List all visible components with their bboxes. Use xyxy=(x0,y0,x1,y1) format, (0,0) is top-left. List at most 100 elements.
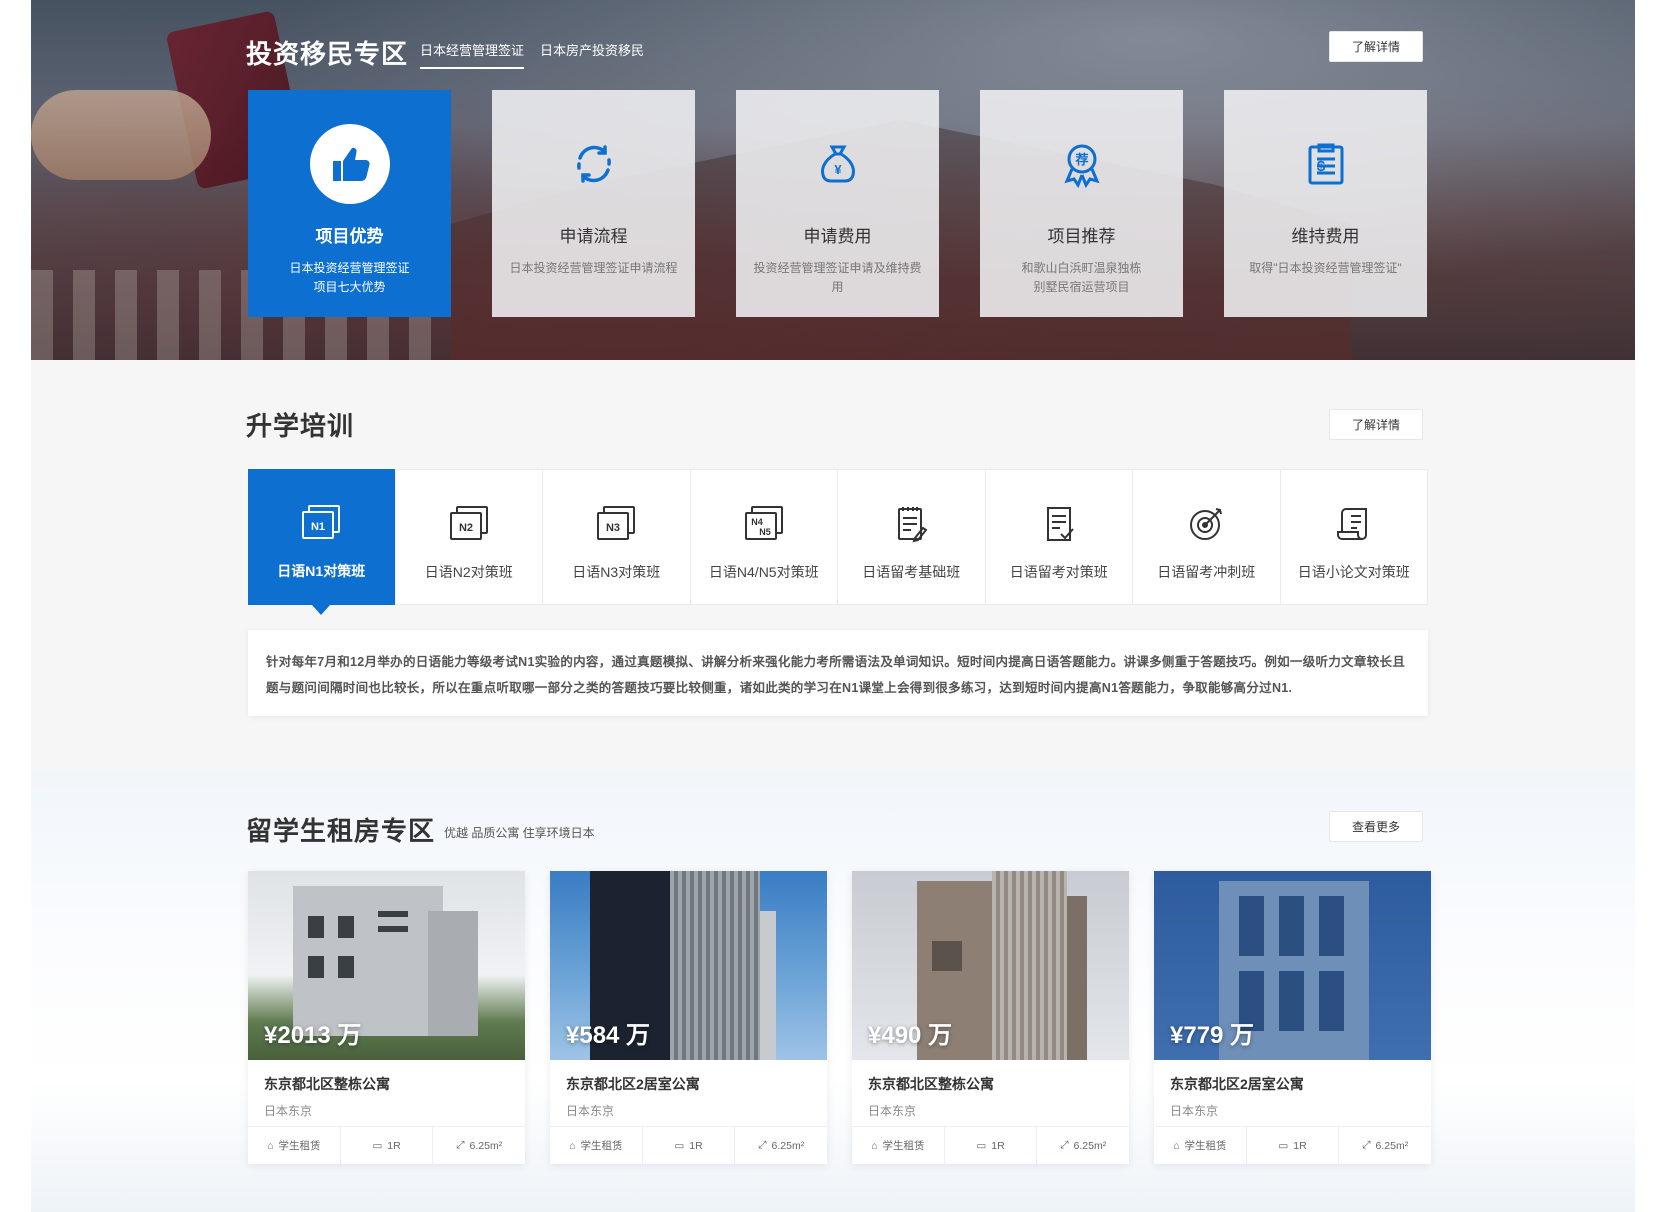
tab-eju-strategy-course[interactable]: 日语留考对策班 xyxy=(986,470,1133,604)
bed-icon: ▭ xyxy=(1278,1139,1289,1152)
property-meta: ⌂ 学生租赁 ▭ 1R ⤢ 6.25m² xyxy=(550,1126,827,1164)
svg-text:N2: N2 xyxy=(459,522,473,534)
document-check-icon xyxy=(1037,504,1081,544)
rental-more-button[interactable]: 查看更多 xyxy=(1329,811,1423,842)
tab-business-visa[interactable]: 日本经营管理签证 xyxy=(420,40,525,69)
n3-icon: N3 xyxy=(594,504,638,544)
svg-text:N3: N3 xyxy=(606,522,620,534)
svg-text:$: $ xyxy=(1316,158,1325,175)
card-application-fees[interactable]: ¥ 申请费用 投资经营管理签证申请及维持费用 xyxy=(736,90,939,317)
property-type: ⌂ 学生租赁 xyxy=(852,1127,945,1164)
property-price: ¥2013 万 xyxy=(264,1022,362,1049)
property-card[interactable]: ¥779 万 东京都北区2居室公寓 日本东京 ⌂ 学生租赁 ▭ 1R ⤢ 6.25m² xyxy=(1154,871,1431,1164)
property-rooms: ▭ 1R xyxy=(341,1127,434,1164)
training-detail-button[interactable]: 了解详情 xyxy=(1329,409,1423,440)
card-subtitle: 取得"日本投资经营管理签证" xyxy=(1249,261,1402,275)
hero-detail-button[interactable]: 了解详情 xyxy=(1329,31,1423,62)
card-title: 项目推荐 xyxy=(1047,227,1116,246)
home-icon: ⌂ xyxy=(569,1139,576,1152)
property-location: 日本东京 xyxy=(868,1104,917,1118)
property-price: ¥584 万 xyxy=(566,1022,651,1049)
tab-essay-course[interactable]: 日语小论文对策班 xyxy=(1281,470,1428,604)
svg-text:N5: N5 xyxy=(759,527,771,537)
svg-text:¥: ¥ xyxy=(834,162,842,177)
card-title: 申请流程 xyxy=(559,227,628,246)
card-subtitle: 日本投资经营管理签证 项目七大优势 xyxy=(289,261,410,294)
property-meta: ⌂ 学生租赁 ▭ 1R ⤢ 6.25m² xyxy=(852,1126,1129,1164)
tab-n2-course[interactable]: N2 日语N2对策班 xyxy=(396,470,543,604)
home-icon: ⌂ xyxy=(1173,1139,1180,1152)
svg-text:N1: N1 xyxy=(311,521,325,533)
property-type: ⌂ 学生租赁 xyxy=(1154,1127,1247,1164)
card-title: 项目优势 xyxy=(315,227,384,246)
training-section-title: 升学培训 xyxy=(246,411,355,441)
tab-eju-basic-course[interactable]: 日语留考基础班 xyxy=(838,470,986,604)
svg-text:荐: 荐 xyxy=(1074,152,1088,168)
property-image: ¥779 万 xyxy=(1154,871,1431,1060)
area-icon: ⤢ xyxy=(758,1139,767,1151)
thumbs-up-icon xyxy=(309,124,390,204)
area-icon: ⤢ xyxy=(1362,1139,1371,1151)
property-card[interactable]: ¥584 万 东京都北区2居室公寓 日本东京 ⌂ 学生租赁 ▭ 1R ⤢ 6.25m² xyxy=(550,871,827,1164)
tab-eju-sprint-course[interactable]: 日语留考冲刺班 xyxy=(1133,470,1281,604)
tab-n3-course[interactable]: N3 日语N3对策班 xyxy=(543,470,691,604)
property-image: ¥490 万 xyxy=(852,871,1129,1060)
property-name: 东京都北区2居室公寓 xyxy=(566,1076,700,1092)
property-image: ¥584 万 xyxy=(550,871,827,1060)
property-card[interactable]: ¥2013 万 东京都北区整栋公寓 日本东京 ⌂ 学生租赁 ▭ 1R ⤢ 6.25m² xyxy=(248,871,525,1164)
tab-property-investment[interactable]: 日本房产投资移民 xyxy=(540,40,644,67)
property-type: ⌂ 学生租赁 xyxy=(550,1127,643,1164)
bed-icon: ▭ xyxy=(674,1139,685,1152)
property-area: ⤢ 6.25m² xyxy=(456,1139,503,1152)
bed-icon: ▭ xyxy=(372,1139,383,1152)
property-rooms: ▭ 1R xyxy=(643,1127,736,1164)
property-card[interactable]: ¥490 万 东京都北区整栋公寓 日本东京 ⌂ 学生租赁 ▭ 1R ⤢ 6.25m² xyxy=(852,871,1129,1164)
property-location: 日本东京 xyxy=(1170,1104,1219,1118)
card-subtitle: 和歌山白浜町温泉独栋 别墅民宿运营项目 xyxy=(1021,261,1142,294)
card-title: 申请费用 xyxy=(803,227,872,246)
property-image: ¥2013 万 xyxy=(248,871,525,1060)
refresh-cycle-icon xyxy=(554,124,634,204)
rental-section-title: 留学生租房专区 xyxy=(246,816,436,846)
property-name: 东京都北区整栋公寓 xyxy=(868,1076,994,1092)
clipboard-dollar-icon: $ xyxy=(1286,124,1366,204)
property-price: ¥779 万 xyxy=(1170,1022,1255,1049)
card-title: 维持费用 xyxy=(1291,227,1360,246)
n2-icon: N2 xyxy=(447,504,491,544)
bed-icon: ▭ xyxy=(976,1139,987,1152)
recommend-badge-icon: 荐 xyxy=(1042,124,1122,204)
property-name: 东京都北区整栋公寓 xyxy=(264,1076,390,1092)
property-meta: ⌂ 学生租赁 ▭ 1R ⤢ 6.25m² xyxy=(248,1126,525,1164)
property-area: ⤢ 6.25m² xyxy=(1362,1139,1409,1152)
notepad-pen-icon xyxy=(889,504,933,544)
card-application-process[interactable]: 申请流程 日本投资经营管理签证申请流程 xyxy=(492,90,695,317)
home-icon: ⌂ xyxy=(267,1139,274,1152)
card-subtitle: 日本投资经营管理签证申请流程 xyxy=(509,261,678,275)
card-project-advantages[interactable]: 项目优势 日本投资经营管理签证 项目七大优势 xyxy=(248,90,451,317)
property-location: 日本东京 xyxy=(566,1104,615,1118)
home-icon: ⌂ xyxy=(871,1139,878,1152)
target-icon xyxy=(1184,504,1228,544)
card-maintenance-fees[interactable]: $ 维持费用 取得"日本投资经营管理签证" xyxy=(1224,90,1427,317)
property-rooms: ▭ 1R xyxy=(945,1127,1038,1164)
area-icon: ⤢ xyxy=(456,1139,465,1151)
tab-n1-course[interactable]: N1 日语N1对策班 xyxy=(248,469,396,615)
money-bag-icon: ¥ xyxy=(798,124,878,204)
hero-section-title: 投资移民专区 xyxy=(246,39,409,69)
tab-n4-n5-course[interactable]: N4 N5 日语N4/N5对策班 xyxy=(691,470,838,604)
n4-n5-icon: N4 N5 xyxy=(742,504,786,544)
n1-icon: N1 xyxy=(299,503,343,543)
property-area: ⤢ 6.25m² xyxy=(1060,1139,1107,1152)
course-tabs: N1 日语N1对策班 N2 日语N2对策班 N3 日语N3对策班 N4 N5 日语… xyxy=(248,469,1428,615)
property-meta: ⌂ 学生租赁 ▭ 1R ⤢ 6.25m² xyxy=(1154,1126,1431,1164)
property-location: 日本东京 xyxy=(264,1104,313,1118)
property-area: ⤢ 6.25m² xyxy=(758,1139,805,1152)
area-icon: ⤢ xyxy=(1060,1139,1069,1151)
svg-text:N4: N4 xyxy=(751,517,763,527)
rental-section-subtitle: 优越 品质公寓 住享环境日本 xyxy=(444,826,595,840)
property-name: 东京都北区2居室公寓 xyxy=(1170,1076,1304,1092)
card-project-recommendation[interactable]: 荐 项目推荐 和歌山白浜町温泉独栋 别墅民宿运营项目 xyxy=(980,90,1183,317)
card-subtitle: 投资经营管理签证申请及维持费用 xyxy=(753,261,922,294)
course-description: 针对每年7月和12月举办的日语能力等级考试N1实验的内容，通过真题模拟、讲解分析… xyxy=(248,630,1428,716)
property-type: ⌂ 学生租赁 xyxy=(248,1127,341,1164)
